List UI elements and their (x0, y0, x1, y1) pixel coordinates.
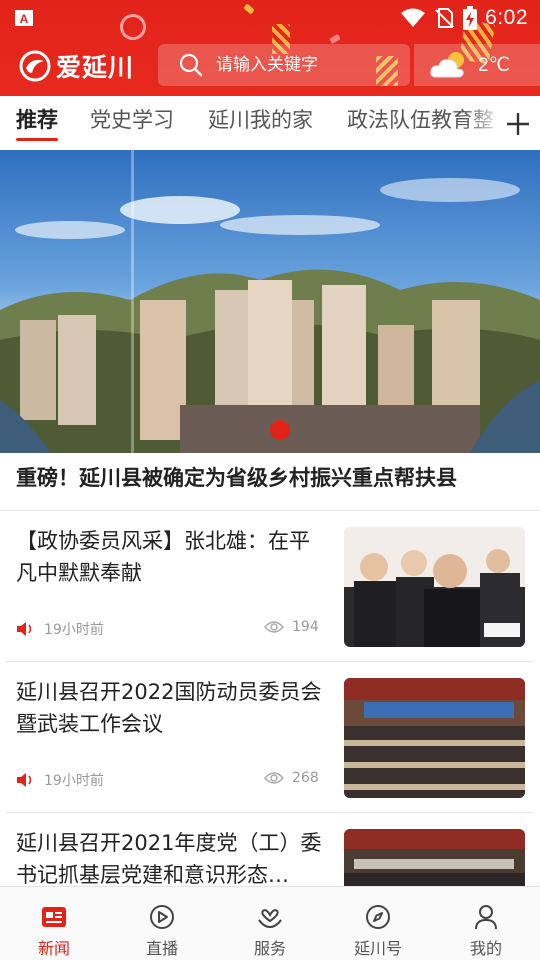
news-time: 19小时前 (44, 773, 104, 789)
nav-yanchuan-account[interactable]: 延川号 (324, 887, 432, 961)
nav-news[interactable]: 新闻 (0, 887, 108, 961)
status-bar: A 6:02 (0, 0, 540, 36)
partly-cloudy-icon (430, 52, 464, 78)
carousel-indicator-dot[interactable] (270, 420, 290, 440)
speaker-icon (17, 622, 32, 636)
nav-service[interactable]: 服务 (216, 887, 324, 961)
tab-yanchuan-home[interactable]: 延川我的家 (208, 104, 313, 134)
banner-headline[interactable]: 重磅！延川县被确定为省级乡村振兴重点帮扶县 (16, 462, 528, 502)
active-tab-indicator (16, 138, 58, 141)
weather-temperature: 2℃ (478, 54, 510, 76)
news-title: 延川县召开2021年度党（工）委书记抓基层党建和意识形态… (16, 831, 322, 887)
nav-label: 延川号 (353, 939, 402, 958)
category-tabs: 推荐 党史学习 延川我的家 政法队伍教育整 (0, 96, 540, 148)
status-time: 6:02 (485, 6, 528, 29)
news-view-count: 194 (292, 619, 319, 635)
user-icon (475, 905, 497, 930)
battery-charging-icon (463, 6, 478, 30)
news-item[interactable]: 延川县召开2022国防动员委员会暨武装工作会议 19小时前 268 (0, 662, 540, 813)
news-views: 194 (264, 619, 319, 635)
plus-icon (507, 113, 529, 135)
nav-label: 直播 (145, 939, 178, 958)
logo-emblem-icon (19, 50, 51, 82)
news-views: 268 (264, 770, 319, 786)
news-thumbnail (344, 678, 525, 798)
search-icon (179, 53, 203, 77)
search-bar[interactable] (158, 44, 410, 86)
nav-live[interactable]: 直播 (108, 887, 216, 961)
carousel-banner-image[interactable] (0, 150, 540, 453)
news-item[interactable]: 【政协委员风采】张北雄：在平凡中默默奉献 19小时前 194 (0, 511, 540, 662)
app-header: A 6:02 爱延川 请输入关键字 2℃ (0, 0, 540, 96)
app-notification-icon: A (15, 10, 33, 26)
eye-icon (264, 772, 284, 784)
meeting-people-image (344, 527, 525, 647)
nav-label: 我的 (469, 939, 502, 958)
add-channel-button[interactable] (500, 104, 536, 144)
city-landscape-image (0, 178, 540, 453)
weather-widget[interactable]: 2℃ (414, 44, 540, 86)
nav-label: 新闻 (37, 939, 70, 958)
nav-mine[interactable]: 我的 (432, 887, 540, 961)
news-time: 19小时前 (44, 622, 104, 638)
speaker-icon (17, 773, 32, 787)
service-icon (258, 909, 282, 929)
conference-hall-image (344, 678, 525, 798)
compass-icon (366, 905, 390, 929)
nav-label: 服务 (253, 939, 286, 958)
news-title: 【政协委员风采】张北雄：在平凡中默默奉献 (16, 529, 310, 585)
logo-text: 爱延川 (56, 53, 135, 82)
svg-text:A: A (20, 12, 29, 26)
search-input[interactable] (216, 55, 406, 75)
news-title: 延川县召开2022国防动员委员会暨武装工作会议 (16, 680, 322, 736)
play-icon (150, 905, 174, 929)
news-icon (42, 907, 66, 927)
no-sim-icon (435, 8, 454, 28)
app-logo[interactable]: 爱延川 (18, 46, 134, 86)
eye-icon (264, 621, 284, 633)
banner-slide-divider (131, 150, 134, 453)
news-meta: 19小时前 (16, 619, 104, 639)
bottom-navigation: 新闻 直播 服务 延川号 我的 (0, 886, 540, 960)
tab-recommend[interactable]: 推荐 (16, 104, 58, 134)
news-thumbnail (344, 527, 525, 647)
wifi-icon (401, 8, 426, 27)
news-view-count: 268 (292, 770, 319, 786)
tab-fade (464, 96, 504, 146)
news-meta: 19小时前 (16, 770, 104, 790)
tab-party-history[interactable]: 党史学习 (90, 104, 174, 134)
